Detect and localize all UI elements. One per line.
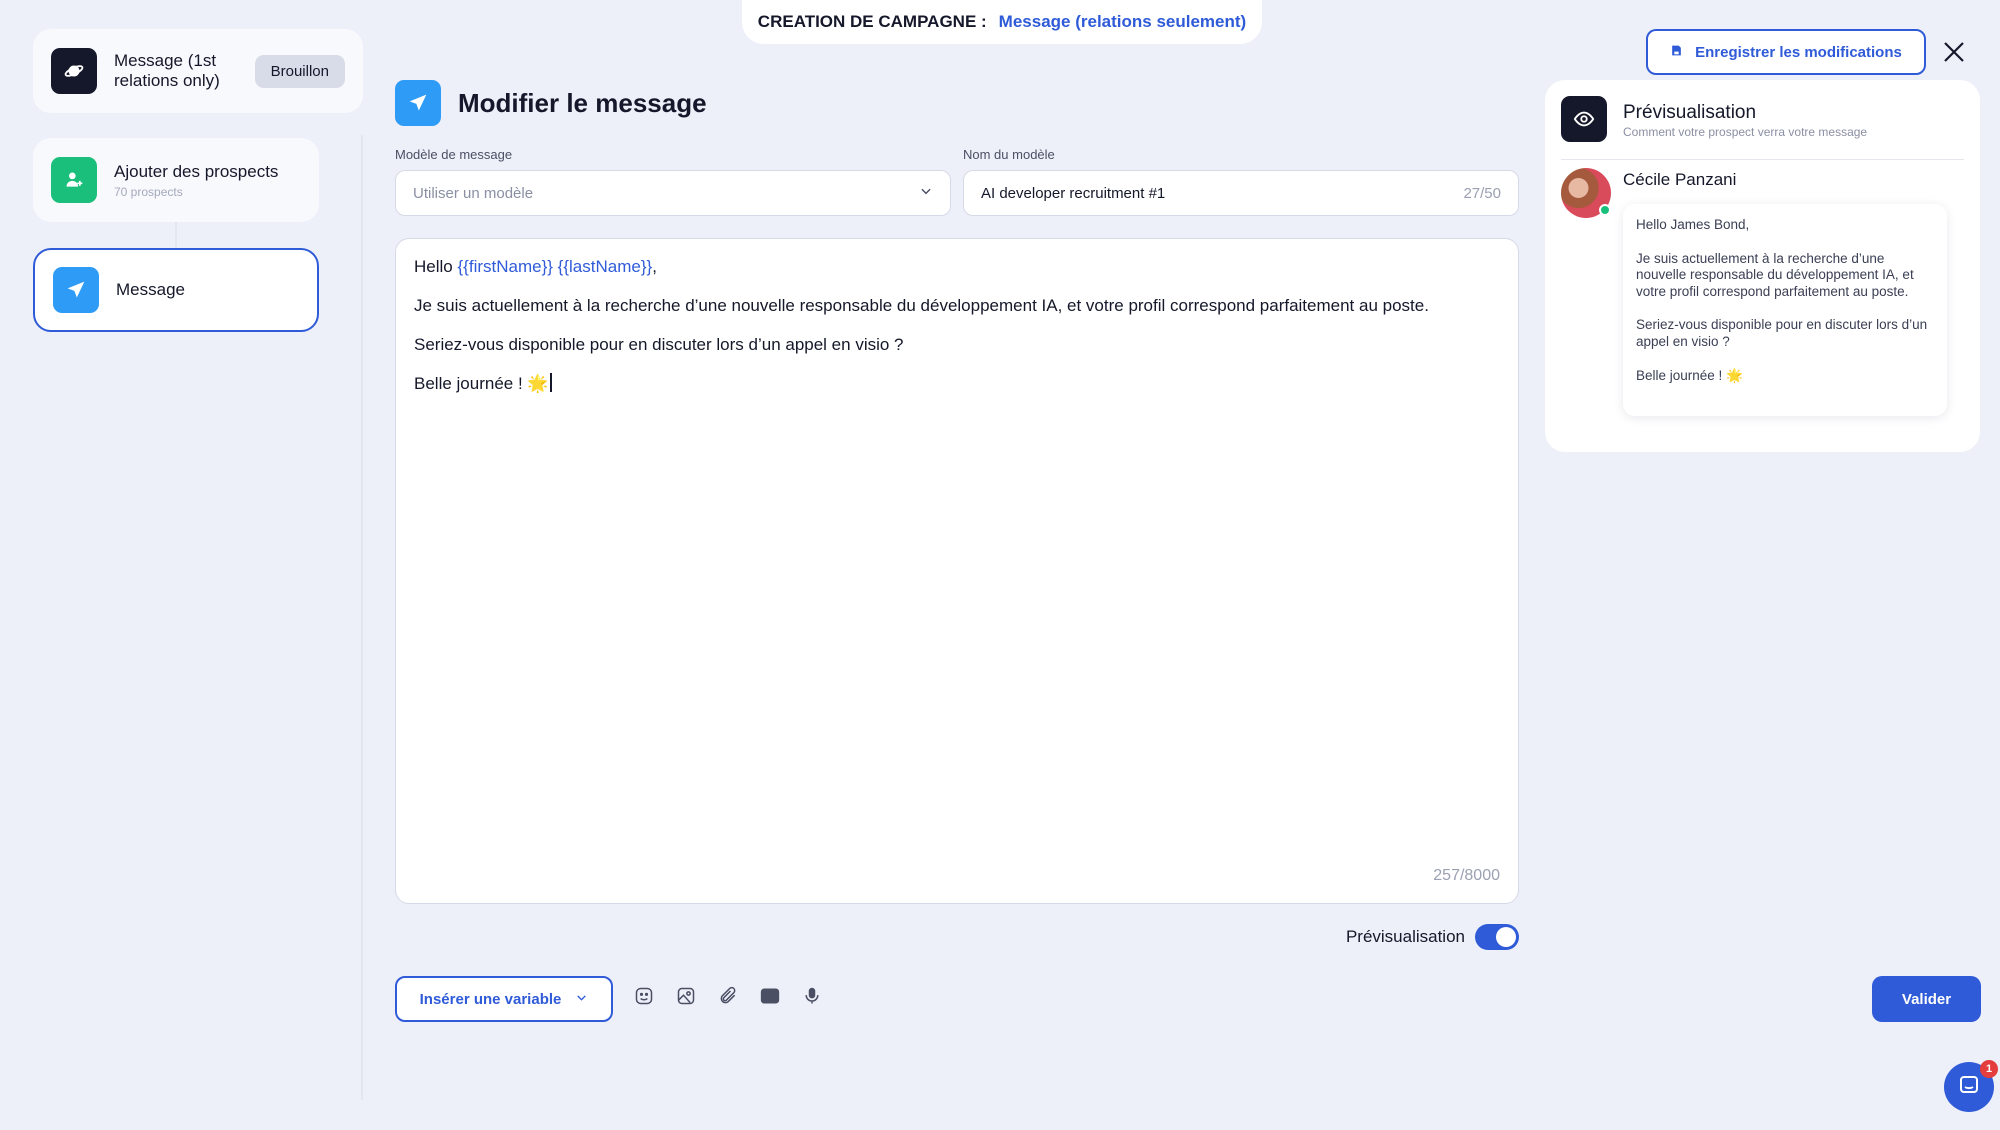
paper-plane-icon	[395, 80, 441, 126]
preview-toggle-row: Prévisualisation	[1346, 924, 1519, 950]
chat-launcher-button[interactable]: 1	[1944, 1060, 1998, 1112]
message-line: Hello {{firstName}} {{lastName}},	[414, 256, 1500, 278]
chevron-down-icon	[919, 184, 933, 203]
preview-subtitle: Comment votre prospect verra votre messa…	[1623, 125, 1868, 139]
template-name-input[interactable]: AI developer recruitment #1 27/50	[963, 170, 1519, 216]
variable-first-name[interactable]: {{firstName}}	[457, 257, 552, 276]
attachment-icon[interactable]	[718, 986, 738, 1006]
char-counter: 257/8000	[1433, 867, 1500, 884]
message-bubble: Hello James Bond, Je suis actuellement à…	[1623, 204, 1947, 416]
text-caret	[549, 373, 552, 392]
step-message[interactable]: Message	[33, 248, 319, 332]
template-select[interactable]: Utiliser un modèle	[395, 170, 951, 216]
step-title: Ajouter des prospects	[114, 161, 279, 181]
planet-icon	[51, 48, 97, 94]
save-changes-button[interactable]: Enregistrer les modifications	[1646, 29, 1926, 75]
preview-panel: Prévisualisation Comment votre prospect …	[1545, 80, 1980, 452]
preview-title: Prévisualisation	[1623, 102, 1757, 123]
message-line: Belle journée ! 🌟	[414, 373, 1500, 395]
campaign-header-value: Message (relations seulement)	[998, 12, 1247, 31]
paper-plane-icon	[53, 267, 99, 313]
insert-variable-button[interactable]: Insérer une variable	[395, 976, 613, 1022]
insert-variable-label: Insérer une variable	[419, 990, 562, 1008]
chevron-down-icon	[575, 991, 588, 1008]
template-name-label: Nom du modèle	[963, 147, 1055, 162]
message-line: Seriez-vous disponible pour en discuter …	[414, 335, 904, 354]
template-name-counter: 27/50	[1463, 184, 1501, 202]
page-title: Modifier le message	[458, 87, 707, 118]
template-name-value: AI developer recruitment #1	[981, 184, 1166, 202]
close-icon[interactable]	[1942, 40, 1966, 64]
step-add-prospects[interactable]: Ajouter des prospects 70 prospects	[33, 138, 319, 222]
save-icon	[1670, 44, 1683, 61]
message-line: Je suis actuellement à la recherche d’un…	[414, 296, 1429, 315]
save-changes-label: Enregistrer les modifications	[1695, 43, 1902, 61]
gif-icon[interactable]	[760, 986, 780, 1006]
preview-separator	[1561, 159, 1964, 160]
step-connector	[175, 222, 177, 248]
online-status-dot	[1599, 204, 1611, 216]
editor-header: Modifier le message	[395, 80, 707, 126]
greeting-text: Hello	[414, 257, 453, 276]
notification-badge: 1	[1980, 1060, 1998, 1078]
preview-toggle[interactable]	[1475, 924, 1519, 950]
preview-line: Hello James Bond,	[1636, 217, 1750, 232]
preview-toggle-label: Prévisualisation	[1345, 927, 1465, 946]
column-divider	[361, 135, 363, 1100]
emoji-icon[interactable]	[634, 986, 654, 1006]
campaign-header: CREATION DE CAMPAGNE : Message (relation…	[742, 0, 1262, 44]
status-badge: Brouillon	[254, 55, 345, 88]
comma-text: ,	[652, 257, 657, 276]
closing-text: Belle journée ! 🌟	[414, 374, 549, 393]
step-title: Message	[116, 280, 185, 299]
image-icon[interactable]	[676, 986, 696, 1006]
preview-line: Belle journée ! 🌟	[1636, 367, 1743, 383]
sender-name: Cécile Panzani	[1623, 170, 1737, 189]
eye-icon	[1561, 96, 1607, 142]
variable-last-name[interactable]: {{lastName}}	[558, 257, 653, 276]
template-label: Modèle de message	[395, 147, 513, 162]
microphone-icon[interactable]	[802, 986, 822, 1006]
template-select-placeholder: Utiliser un modèle	[413, 184, 534, 202]
editor-toolbar	[634, 986, 822, 1006]
validate-button[interactable]: Valider	[1872, 976, 1981, 1022]
preview-line: Je suis actuellement à la recherche d’un…	[1636, 250, 1914, 299]
avatar	[1561, 168, 1611, 218]
campaign-header-label: CREATION DE CAMPAGNE :	[757, 12, 987, 31]
preview-line: Seriez-vous disponible pour en discuter …	[1636, 317, 1928, 349]
step-message-draft[interactable]: Message (1st relations only) Brouillon	[33, 29, 363, 113]
step-title: Message (1st relations only)	[114, 51, 220, 90]
message-editor[interactable]: Hello {{firstName}} {{lastName}}, Je sui…	[395, 238, 1519, 904]
chat-icon	[1957, 1073, 1981, 1102]
step-subtitle: 70 prospects	[114, 184, 183, 199]
user-add-icon	[51, 157, 97, 203]
